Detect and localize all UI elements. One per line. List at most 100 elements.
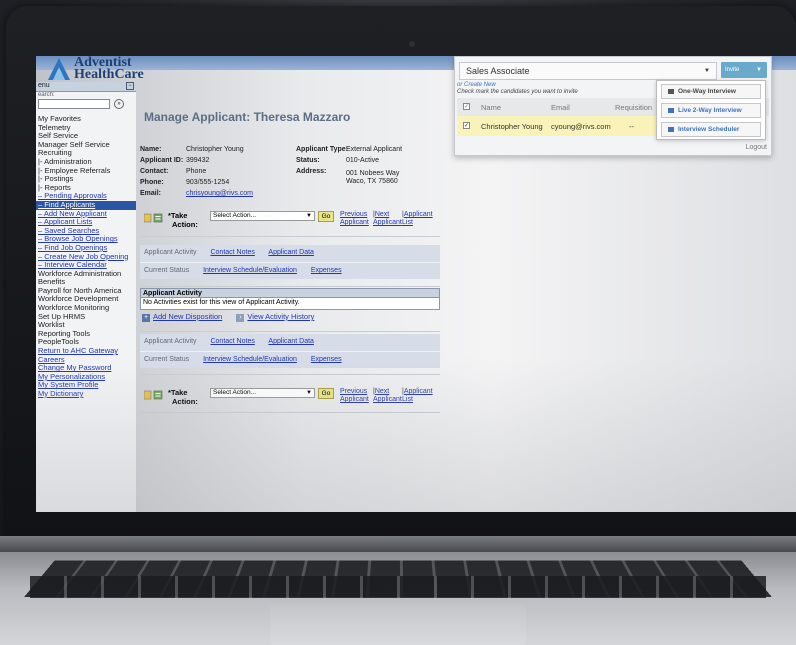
history-icon[interactable]: ›	[236, 314, 245, 322]
applicant-list-link-line2[interactable]: List	[402, 219, 413, 226]
logout-link[interactable]: Logout	[746, 144, 767, 151]
select-all-checkbox[interactable]: ✓	[463, 103, 470, 110]
tab-interview-schedule[interactable]: Interview Schedule/Evaluation	[203, 267, 297, 274]
previous-applicant-link[interactable]: Previous	[340, 211, 367, 218]
dropdown-arrow-icon: ▼	[306, 213, 312, 219]
col-email: Email	[551, 103, 570, 112]
email-link[interactable]: chrisyoung@rivs.com	[186, 190, 253, 197]
sidebar-menu: enu − earch: » My Favorites Telemetry Self…	[36, 82, 136, 512]
sidebar-item[interactable]: My Dictionary	[36, 389, 136, 399]
email-label: Email:	[140, 190, 162, 197]
create-new-link[interactable]: or Create New	[457, 82, 496, 88]
type-label: Applicant Type:	[296, 146, 348, 153]
one-way-interview-button[interactable]: One-Way Interview	[661, 84, 761, 99]
next-applicant-link-2[interactable]: Next	[375, 388, 389, 395]
interview-type-menu: One-Way Interview Live 2-Way Interview I…	[656, 80, 766, 140]
invite-button-label: Invite	[725, 67, 740, 73]
sidebar-search-label: earch:	[38, 92, 55, 98]
sidebar-header: enu −	[36, 82, 136, 92]
next-applicant-link-2-line2[interactable]: Applicant	[373, 396, 402, 403]
invite-hint: Check mark the candidates you want to in…	[457, 89, 578, 95]
tab-applicant-data[interactable]: Applicant Data	[268, 249, 314, 256]
sidebar-title: enu	[38, 82, 50, 89]
collapse-icon[interactable]: −	[126, 82, 134, 90]
applicant-list-link[interactable]: Applicant	[404, 211, 433, 218]
take-action-label: *Take Action:	[168, 211, 198, 229]
go-button[interactable]: Go	[318, 211, 334, 222]
contact-label: Contact:	[140, 168, 169, 175]
dropdown-arrow-icon: ▼	[306, 390, 312, 396]
action-icons-2	[143, 390, 164, 400]
camera-icon	[409, 41, 415, 47]
col-name: Name	[481, 103, 502, 112]
phone-label: Phone:	[140, 179, 164, 186]
col-requisition: Requisition	[615, 103, 653, 112]
calendar-icon	[668, 126, 674, 132]
tab-interview-schedule-2[interactable]: Interview Schedule/Evaluation	[203, 356, 297, 363]
take-action-select[interactable]: Select Action... ▼	[210, 211, 315, 221]
applicant-list-link-2-line2[interactable]: List	[402, 396, 413, 403]
take-action-select-2[interactable]: Select Action... ▼	[210, 388, 315, 398]
go-button-2[interactable]: Go	[318, 388, 334, 399]
take-action-select-2-value: Select Action...	[213, 389, 256, 396]
address-line1: 001 Nobees Way	[346, 170, 400, 177]
chevron-down-icon: ▼	[756, 67, 762, 73]
invite-button[interactable]: Invite ▼	[721, 62, 767, 78]
page-title: Manage Applicant: Theresa Mazzaro	[144, 110, 351, 124]
previous-applicant-link-2-line2[interactable]: Applicant	[340, 396, 369, 403]
divider	[140, 236, 440, 237]
sidebar-search-input[interactable]	[38, 99, 110, 109]
divider	[140, 331, 440, 332]
live-interview-label: Live 2-Way Interview	[678, 107, 742, 114]
screen-shade	[36, 356, 796, 512]
notepad-icon[interactable]	[143, 213, 164, 223]
name-label: Name:	[140, 146, 162, 153]
activity-links: + Add New Disposition › View Activity Hist…	[142, 312, 314, 322]
job-select[interactable]: Sales Associate ▼	[459, 62, 717, 80]
previous-applicant-link-2[interactable]: Previous	[340, 388, 367, 395]
action-bar-bottom: *Take Action: Select Action... ▼ Go Prev…	[140, 388, 440, 410]
live-interview-button[interactable]: Live 2-Way Interview	[661, 103, 761, 118]
one-way-interview-label: One-Way Interview	[678, 88, 736, 95]
add-disposition-link[interactable]: Add New Disposition	[153, 312, 222, 321]
phone-value: 903/555-1254	[186, 179, 230, 186]
tab-contact-notes-2[interactable]: Contact Notes	[210, 338, 254, 345]
tab-separator	[140, 262, 440, 263]
search-go-icon[interactable]: »	[114, 99, 125, 109]
take-action-label-line2: Action:	[172, 220, 198, 229]
candidate-requisition: --	[629, 122, 634, 131]
brand-logo[interactable]: Adventist HealthCare	[44, 56, 144, 82]
take-action-select-value: Select Action...	[213, 212, 256, 219]
activity-header: Applicant Activity	[141, 289, 439, 298]
applicant-tabs-top: Applicant Activity Contact Notes Applica…	[140, 245, 440, 279]
next-applicant-link-line2[interactable]: Applicant	[373, 219, 402, 226]
add-icon[interactable]: +	[142, 314, 150, 322]
tab-expenses-2[interactable]: Expenses	[311, 356, 342, 363]
keyboard-row	[30, 576, 766, 598]
tab-applicant-data-2[interactable]: Applicant Data	[268, 338, 314, 345]
candidate-checkbox[interactable]: ✓	[463, 122, 470, 129]
notepad-icon-2[interactable]	[143, 390, 164, 400]
applicant-activity-panel: Applicant Activity No Activities exist f…	[140, 288, 440, 310]
status-value: 010-Active	[346, 157, 380, 164]
brand-name-line2: HealthCare	[74, 67, 144, 82]
tab-contact-notes[interactable]: Contact Notes	[210, 249, 254, 256]
applicant-tabs-bottom: Applicant Activity Contact Notes Applica…	[140, 334, 440, 368]
divider	[140, 374, 440, 375]
candidate-row[interactable]: ✓ Christopher Young cyoung@rivs.com --	[457, 116, 657, 136]
interview-scheduler-label: Interview Scheduler	[678, 126, 740, 133]
take-action-label-2-line1: *Take	[168, 388, 188, 397]
tab-expenses[interactable]: Expenses	[311, 267, 342, 274]
candidate-name: Christopher Young	[481, 122, 543, 131]
next-applicant-link[interactable]: Next	[375, 211, 389, 218]
previous-applicant-link-line2[interactable]: Applicant	[340, 219, 369, 226]
tab-applicant-activity-2: Applicant Activity	[144, 338, 197, 345]
action-bar-top: *Take Action: Select Action... ▼ Go Prev…	[140, 211, 440, 233]
view-history-link[interactable]: View Activity History	[247, 312, 314, 321]
interview-scheduler-button[interactable]: Interview Scheduler	[661, 122, 761, 137]
contact-value: Phone	[186, 168, 207, 175]
video-icon	[668, 107, 674, 113]
logo-a-icon	[48, 58, 70, 80]
applicant-list-link-2[interactable]: Applicant	[404, 388, 433, 395]
address-line2: Waco, TX 75860	[346, 178, 398, 185]
